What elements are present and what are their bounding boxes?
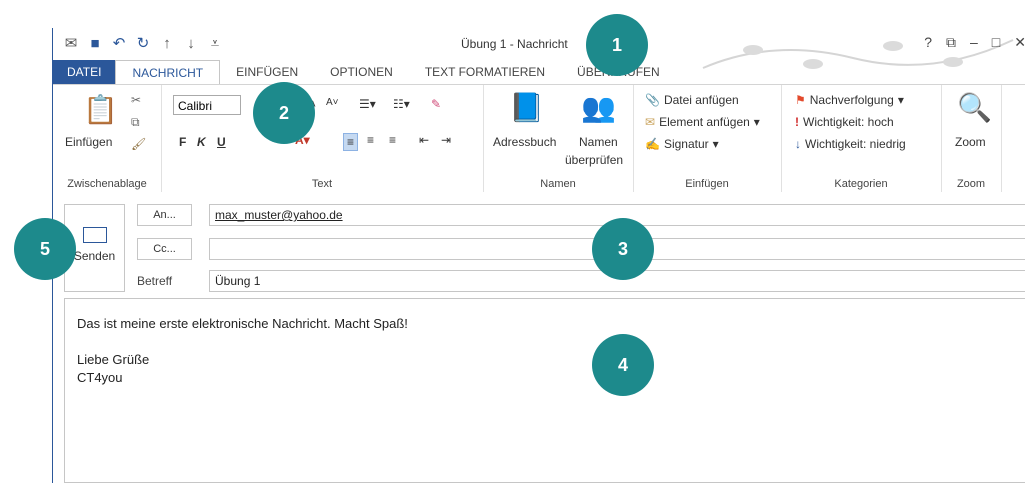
numbering-icon[interactable]: ☷▾: [393, 97, 410, 111]
bold-button[interactable]: F: [179, 135, 186, 149]
align-right-icon[interactable]: ≡: [389, 133, 396, 147]
window-title: Übung 1 - Nachricht: [461, 37, 568, 51]
check-names-icon: 👥: [581, 92, 616, 123]
clear-format-icon[interactable]: ✎: [431, 97, 441, 111]
font-name-select[interactable]: Calibri: [173, 95, 241, 115]
attach-file-label: Datei anfügen: [663, 93, 739, 107]
maximize-button[interactable]: □: [992, 34, 1000, 51]
redo-icon[interactable]: ↻: [135, 35, 151, 53]
attach-item-icon: ✉: [645, 115, 656, 129]
title-bar: ✉ ■ ↶ ↻ ↑ ↓ ⩡ Übung 1 - Nachricht ? ⧉ – …: [53, 28, 1025, 69]
signature-button[interactable]: ✍ Signatur ▾: [645, 137, 719, 151]
group-zoom: 🔍 Zoom Zoom: [941, 85, 1002, 192]
importance-high-button[interactable]: ! Wichtigkeit: hoch: [795, 115, 894, 129]
message-window: ✉ ■ ↶ ↻ ↑ ↓ ⩡ Übung 1 - Nachricht ? ⧉ – …: [52, 28, 1025, 483]
callout-badge-1: 1: [586, 14, 648, 76]
close-button[interactable]: ✕: [1014, 34, 1025, 51]
increase-indent-icon[interactable]: ⇥: [441, 133, 451, 147]
group-names: 📘 Adressbuch 👥 Namen überprüfen Namen: [483, 85, 634, 192]
bullets-icon[interactable]: ☰▾: [359, 97, 376, 111]
chevron-down-icon: ▾: [753, 115, 760, 129]
paste-icon: 📋: [83, 94, 118, 125]
tab-nachricht[interactable]: NACHRICHT: [115, 60, 221, 84]
attach-file-button[interactable]: 📎 Datei anfügen: [645, 93, 739, 107]
window-controls: ? ⧉ – □ ✕: [924, 34, 1025, 51]
paperclip-icon: 📎: [645, 93, 660, 107]
cut-icon[interactable]: ✂: [131, 93, 141, 107]
group-label-text: Text: [311, 178, 333, 190]
check-names-button-line2[interactable]: überprüfen: [565, 153, 623, 167]
shrink-font-icon[interactable]: A˅: [326, 97, 339, 108]
body-line: Liebe Grüße: [77, 352, 150, 367]
callout-badge-4: 4: [592, 334, 654, 396]
callout-badge-2: 2: [253, 82, 315, 144]
mail-icon: ✉: [64, 35, 78, 52]
exclamation-icon: !: [795, 115, 799, 129]
tab-datei[interactable]: DATEI: [53, 60, 116, 84]
group-clipboard: 📋 Einfügen ✂ ⧉ 🖌 Zwischenablage: [53, 85, 162, 192]
group-label-categories: Kategorien: [834, 178, 888, 190]
group-text: Calibri A˄ A˅ ☰▾ ☷▾ ✎ F K U A▾ ≡ ≡ ≡ ⇤ ⇥…: [161, 85, 484, 192]
subject-label: Betreff: [137, 274, 173, 288]
check-names-button-line1[interactable]: Namen: [579, 135, 618, 149]
paste-button[interactable]: Einfügen: [65, 135, 112, 149]
arrow-down-icon: ↓: [795, 137, 801, 151]
send-envelope-icon: [82, 227, 107, 243]
callout-badge-3: 3: [592, 218, 654, 280]
tab-text-formatieren[interactable]: TEXT FORMATIEREN: [409, 60, 561, 84]
zoom-button[interactable]: Zoom: [955, 135, 986, 149]
quick-access-toolbar: ✉ ■ ↶ ↻ ↑ ↓ ⩡: [63, 35, 223, 53]
message-body[interactable]: Das ist meine erste elektronische Nachri…: [64, 298, 1025, 483]
callout-badge-5: 5: [14, 218, 76, 280]
ribbon: 📋 Einfügen ✂ ⧉ 🖌 Zwischenablage Calibri …: [53, 84, 1025, 193]
copy-icon[interactable]: ⧉: [131, 115, 140, 130]
followup-label: Nachverfolgung: [809, 93, 894, 107]
signature-icon: ✍: [645, 137, 660, 151]
undo-icon[interactable]: ↶: [111, 35, 127, 53]
align-center-icon[interactable]: ≡: [367, 133, 374, 147]
minimize-button[interactable]: –: [970, 34, 978, 51]
underline-button[interactable]: U: [217, 135, 226, 149]
importance-high-label: Wichtigkeit: hoch: [803, 115, 894, 129]
tab-optionen[interactable]: OPTIONEN: [314, 60, 409, 84]
followup-button[interactable]: ⚑ Nachverfolgung ▾: [795, 93, 904, 107]
importance-low-label: Wichtigkeit: niedrig: [805, 137, 906, 151]
arrow-up-icon[interactable]: ↑: [159, 35, 175, 53]
arrow-down-icon[interactable]: ↓: [183, 35, 199, 53]
send-label: Senden: [73, 249, 116, 263]
message-header: Senden An... max_muster@yahoo.de Cc... B…: [53, 192, 1025, 298]
group-label-zoom: Zoom: [956, 178, 986, 190]
chevron-down-icon: ▾: [712, 137, 719, 151]
signature-label: Signatur: [663, 137, 709, 151]
flag-icon: ⚑: [795, 93, 806, 107]
cc-button[interactable]: Cc...: [137, 238, 192, 260]
format-painter-icon[interactable]: 🖌: [131, 137, 146, 151]
to-button[interactable]: An...: [137, 204, 192, 226]
body-line: Das ist meine erste elektronische Nachri…: [77, 316, 408, 331]
tab-einfuegen[interactable]: EINFÜGEN: [220, 60, 314, 84]
align-left-icon[interactable]: ≡: [343, 133, 359, 151]
ribbon-tabs: DATEI NACHRICHT EINFÜGEN OPTIONEN TEXT F…: [53, 60, 1025, 84]
addressbook-icon: 📘: [509, 92, 544, 123]
group-label-insert: Einfügen: [685, 178, 729, 190]
help-button[interactable]: ?: [924, 34, 932, 51]
ribbon-display-button[interactable]: ⧉: [946, 34, 956, 51]
attach-item-button[interactable]: ✉ Element anfügen ▾: [645, 115, 760, 129]
group-categories: ⚑ Nachverfolgung ▾ ! Wichtigkeit: hoch ↓ Wic…: [781, 85, 942, 192]
body-line: CT4you: [77, 370, 123, 385]
customize-icon[interactable]: ⩡: [207, 35, 223, 53]
addressbook-button[interactable]: Adressbuch: [493, 135, 556, 149]
group-insert: 📎 Datei anfügen ✉ Element anfügen ▾ ✍ Signat…: [633, 85, 782, 192]
attach-item-label: Element anfügen: [659, 115, 750, 129]
importance-low-button[interactable]: ↓ Wichtigkeit: niedrig: [795, 137, 906, 151]
chevron-down-icon: ▾: [897, 93, 904, 107]
group-label-names: Namen: [540, 178, 576, 190]
body-line: [77, 333, 1013, 351]
italic-button[interactable]: K: [197, 135, 206, 149]
magnifier-icon: 🔍: [957, 92, 992, 123]
group-label-clipboard: Zwischenablage: [67, 178, 147, 190]
decrease-indent-icon[interactable]: ⇤: [419, 133, 429, 147]
save-icon[interactable]: ■: [87, 35, 103, 53]
